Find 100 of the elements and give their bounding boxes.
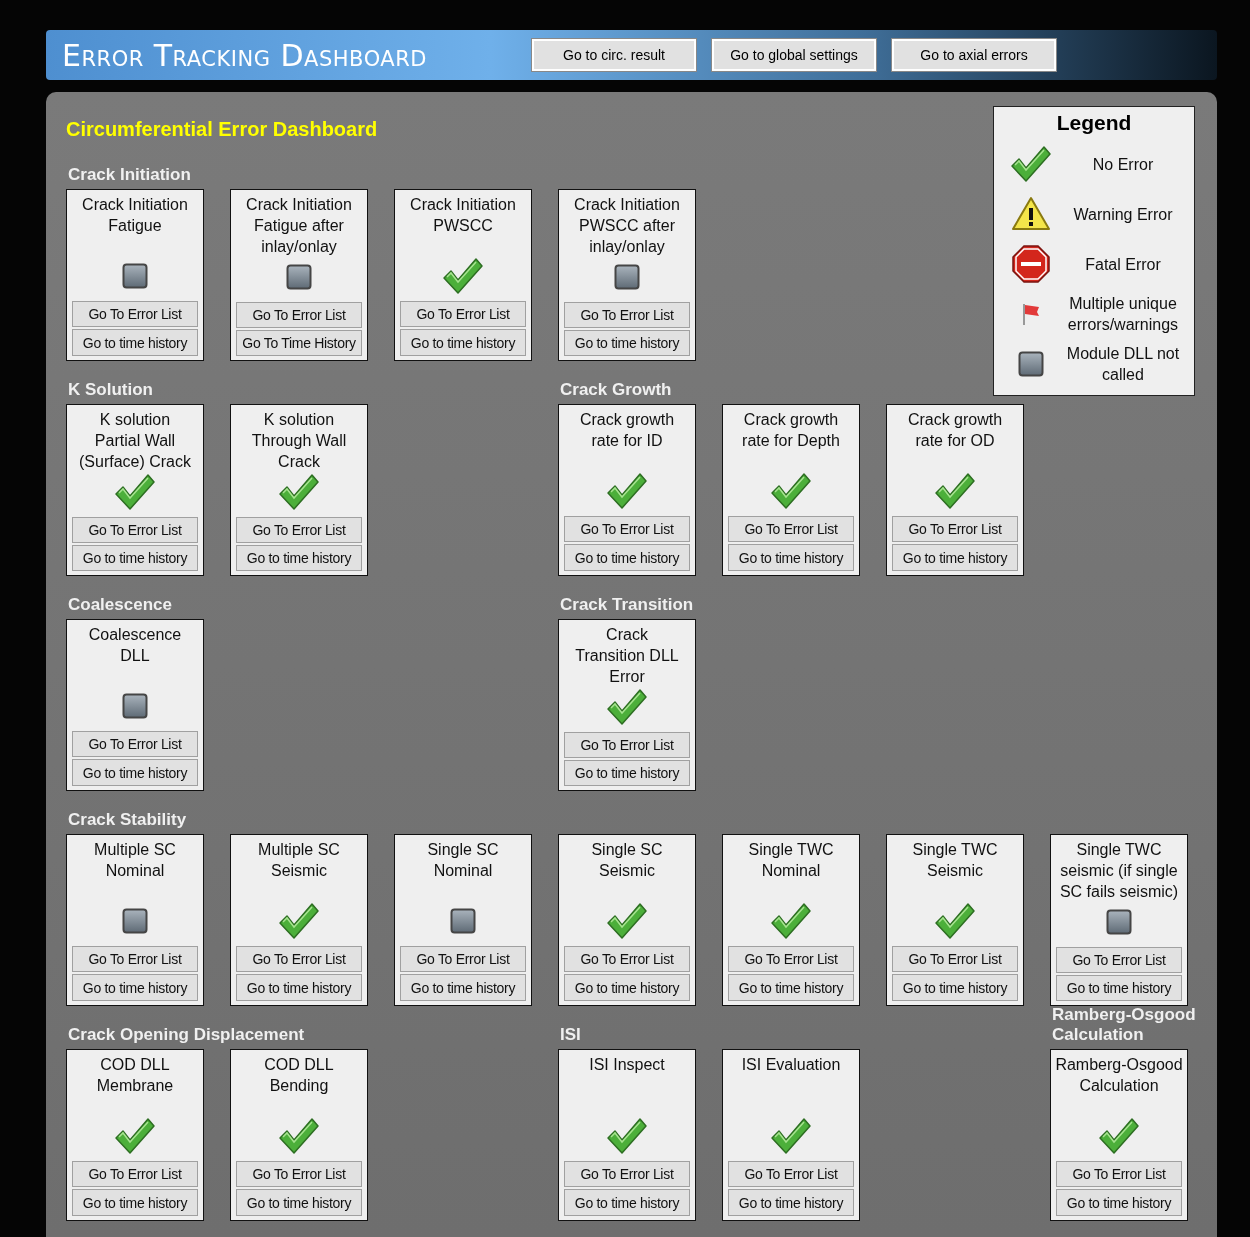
time-history-button[interactable]: Go to time history	[236, 544, 362, 571]
check-icon	[442, 255, 484, 296]
check-icon	[278, 472, 320, 513]
error-list-button[interactable]: Go To Error List	[72, 1160, 198, 1188]
time-history-button[interactable]: Go to time history	[564, 759, 690, 786]
square-icon	[1018, 351, 1044, 377]
module-title: Crack Transition DLL Error	[575, 625, 679, 687]
legend-title: Legend	[1056, 111, 1132, 135]
error-list-button[interactable]: Go To Error List	[400, 300, 526, 328]
section-title: Ramberg-Osgood Calculation	[1051, 1005, 1196, 1045]
time-history-button[interactable]: Go to time history	[72, 974, 198, 1001]
module-title: ISI Evaluation	[741, 1055, 841, 1075]
check-icon	[770, 1115, 812, 1156]
nav-button[interactable]: Go to axial errors	[892, 39, 1056, 71]
error-list-button[interactable]: Go To Error List	[400, 945, 526, 973]
module-title: Crack Initiation PWSCC	[410, 195, 516, 236]
check-icon	[770, 900, 812, 941]
check-icon	[278, 900, 320, 941]
error-list-button[interactable]: Go To Error List	[1056, 1160, 1182, 1188]
section-title: Crack Transition	[559, 595, 694, 615]
time-history-button[interactable]: Go to time history	[72, 544, 198, 571]
error-list-button[interactable]: Go To Error List	[1056, 946, 1182, 973]
section-title: K Solution	[67, 380, 153, 400]
module-title: Coalescence DLL	[88, 625, 182, 666]
square-icon	[614, 264, 640, 291]
time-history-button[interactable]: Go to time history	[892, 544, 1018, 571]
check-icon	[606, 687, 648, 728]
error-list-button[interactable]: Go To Error List	[236, 516, 362, 543]
error-list-button[interactable]: Go To Error List	[564, 731, 690, 758]
legend-label: Fatal Error	[1084, 254, 1162, 275]
square-icon	[450, 907, 476, 934]
time-history-button[interactable]: Go to time history	[236, 974, 362, 1001]
error-list-button[interactable]: Go To Error List	[236, 945, 362, 973]
error-list-button[interactable]: Go To Error List	[564, 945, 690, 973]
module-title: K solution Partial Wall (Surface) Crack	[79, 410, 191, 472]
check-icon	[114, 472, 156, 513]
module-title: Crack growth rate for ID	[579, 410, 675, 451]
section-title: Crack Growth	[559, 380, 672, 400]
square-icon	[122, 907, 148, 934]
check-icon	[114, 1115, 156, 1156]
time-history-button[interactable]: Go to time history	[564, 329, 690, 356]
time-history-button[interactable]: Go to time history	[72, 1189, 198, 1216]
section-title: Crack Initiation	[67, 165, 191, 185]
module-title: Single TWC Seismic	[912, 840, 998, 881]
time-history-button[interactable]: Go to time history	[72, 329, 198, 356]
legend-label: Module DLL not called	[1065, 344, 1181, 385]
nav-button[interactable]: Go to global settings	[712, 39, 876, 71]
nav-button[interactable]: Go to circ. result	[532, 39, 696, 71]
check-icon	[606, 470, 648, 511]
time-history-button[interactable]: Go to time history	[400, 329, 526, 356]
error-list-button[interactable]: Go To Error List	[72, 516, 198, 543]
square-icon	[286, 264, 312, 291]
error-list-button[interactable]: Go To Error List	[236, 1160, 362, 1188]
section-title: ISI	[559, 1025, 581, 1045]
module-title: ISI Inspect	[589, 1055, 665, 1075]
error-list-button[interactable]: Go To Error List	[72, 730, 198, 758]
square-icon	[122, 692, 148, 719]
time-history-button[interactable]: Go to time history	[72, 759, 198, 786]
module-title: Multiple SC Seismic	[258, 840, 340, 881]
time-history-button[interactable]: Go to time history	[728, 1189, 854, 1216]
error-list-button[interactable]: Go To Error List	[728, 515, 854, 543]
module-title: Ramberg-Osgood Calculation	[1055, 1055, 1183, 1096]
time-history-button[interactable]: Go to time history	[892, 974, 1018, 1001]
error-list-button[interactable]: Go To Error List	[236, 301, 362, 328]
module-title: Single TWC seismic (if single SC fails seismic)	[1059, 840, 1179, 902]
module-title: Crack growth rate for OD	[907, 410, 1003, 451]
time-history-button[interactable]: Go to time history	[564, 544, 690, 571]
error-list-button[interactable]: Go To Error List	[892, 515, 1018, 543]
module-title: Single SC Seismic	[591, 840, 663, 881]
error-list-button[interactable]: Go To Error List	[564, 301, 690, 328]
module-title: Multiple SC Nominal	[94, 840, 176, 881]
check-icon	[934, 470, 976, 511]
check-icon	[1098, 1115, 1140, 1156]
error-list-button[interactable]: Go To Error List	[72, 945, 198, 973]
time-history-button[interactable]: Go to time history	[728, 974, 854, 1001]
module-title: COD DLL Membrane	[96, 1055, 174, 1096]
time-history-button[interactable]: Go to time history	[1056, 974, 1182, 1001]
time-history-button[interactable]: Go to time history	[564, 1189, 690, 1216]
error-list-button[interactable]: Go To Error List	[728, 1160, 854, 1188]
section-title: Crack Opening Displacement	[67, 1025, 305, 1045]
legend-label: Warning Error	[1072, 204, 1174, 225]
error-list-button[interactable]: Go To Error List	[564, 1160, 690, 1188]
error-list-button[interactable]: Go To Error List	[892, 945, 1018, 973]
module-title: Crack Initiation Fatigue after inlay/onlay	[246, 195, 352, 257]
time-history-button[interactable]: Go to time history	[400, 974, 526, 1001]
warning-icon	[1011, 196, 1051, 232]
panel-title: Circumferential Error Dashboard	[66, 118, 378, 141]
error-list-button[interactable]: Go To Error List	[728, 945, 854, 973]
error-list-button[interactable]: Go To Error List	[564, 515, 690, 543]
module-title: COD DLL Bending	[264, 1055, 334, 1096]
time-history-button[interactable]: Go to time history	[1056, 1189, 1182, 1216]
module-title: Single TWC Nominal	[748, 840, 834, 881]
square-icon	[1106, 909, 1132, 936]
time-history-button[interactable]: Go to time history	[728, 544, 854, 571]
time-history-button[interactable]: Go to time history	[236, 1189, 362, 1216]
square-icon	[122, 262, 148, 289]
module-title: K solution Through Wall Crack	[251, 410, 347, 472]
time-history-button[interactable]: Go To Time History	[236, 329, 362, 356]
time-history-button[interactable]: Go to time history	[564, 974, 690, 1001]
error-list-button[interactable]: Go To Error List	[72, 300, 198, 328]
